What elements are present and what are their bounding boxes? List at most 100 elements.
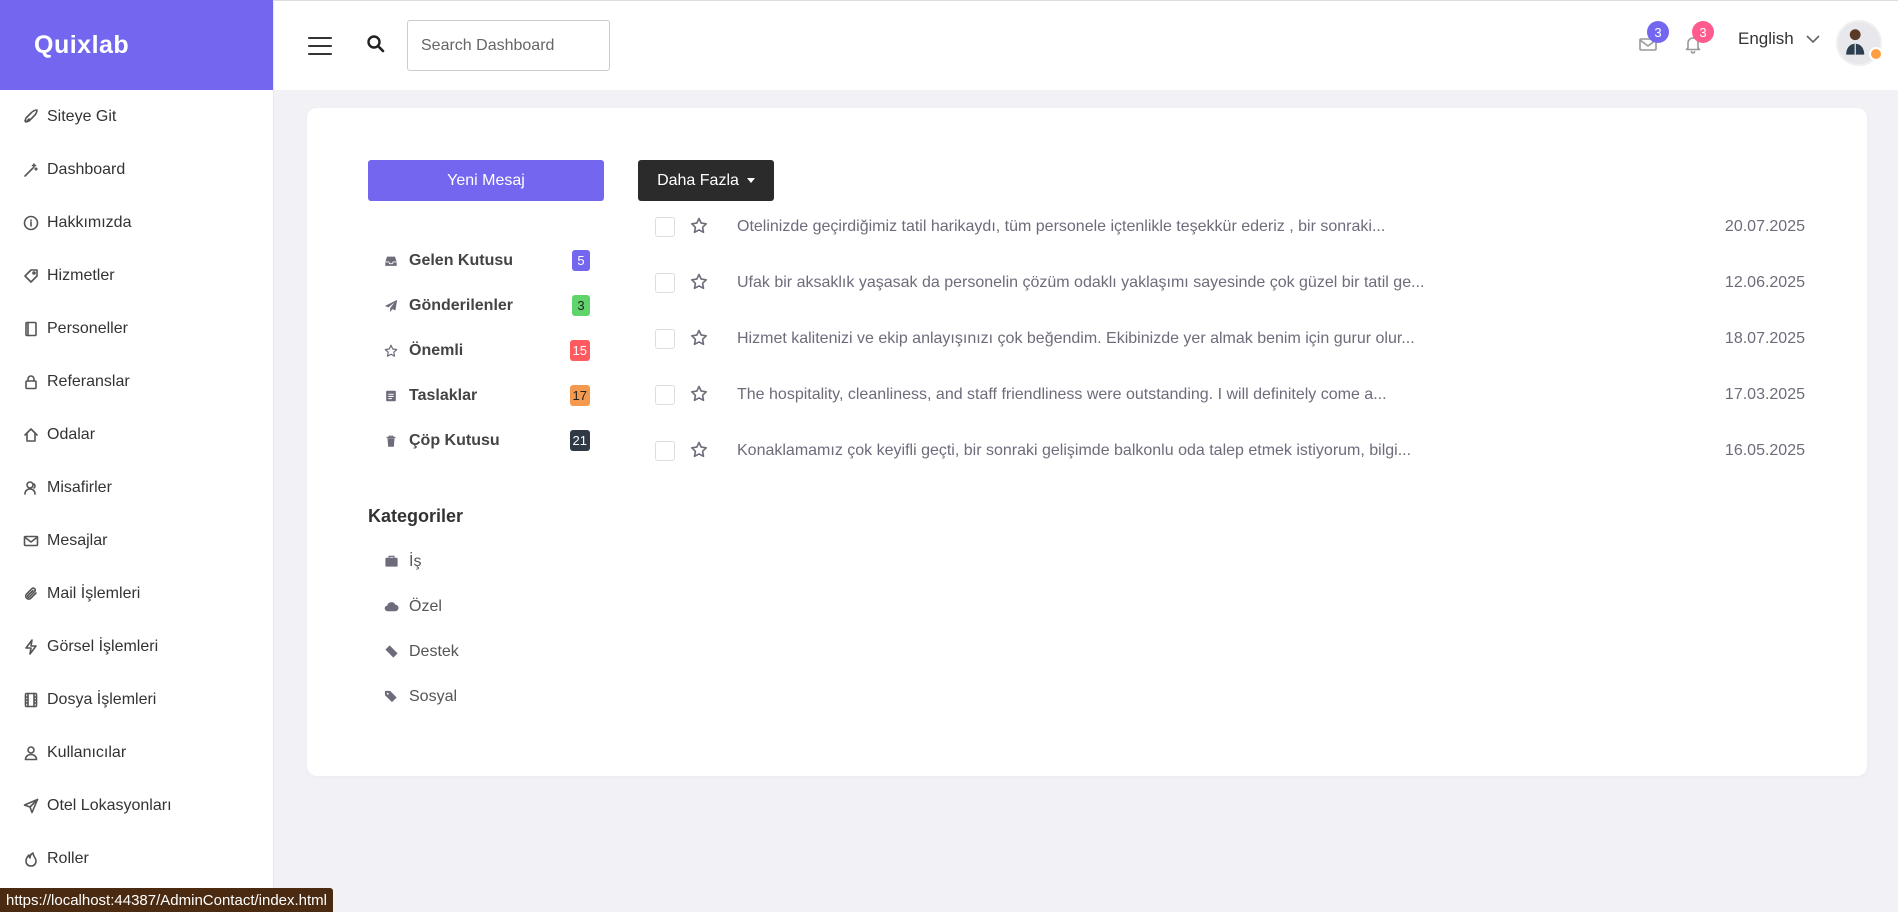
sidebar-item-gorsel-islemleri[interactable]: Görsel İşlemleri [0, 620, 273, 673]
category-label: Özel [409, 597, 442, 615]
list-item[interactable]: Ufak bir aksaklık yaşasak da personelin … [655, 261, 1805, 317]
folder-sent[interactable]: Gönderilenler 3 [383, 283, 590, 328]
bell-icon [1683, 37, 1703, 58]
sidebar-item-label: Roller [47, 849, 89, 867]
category-label: İş [409, 552, 422, 570]
sidebar-item-label: Kullanıcılar [47, 743, 127, 761]
category-destek[interactable]: Destek [383, 629, 459, 674]
folder-important[interactable]: Önemli 15 [383, 328, 590, 373]
sidebar-item-siteye-git[interactable]: Siteye Git [0, 90, 273, 143]
film-icon [22, 691, 40, 709]
status-dot [1869, 47, 1883, 61]
message-subject: The hospitality, cleanliness, and staff … [737, 386, 1387, 403]
category-sosyal[interactable]: Sosyal [383, 674, 459, 719]
star-icon[interactable] [690, 385, 710, 405]
message-checkbox[interactable] [655, 217, 675, 237]
sidebar-item-dashboard[interactable]: Dashboard [0, 143, 273, 196]
magic-wand-icon [22, 161, 40, 179]
sidebar-item-label: Odalar [47, 425, 96, 443]
sidebar-item-referanslar[interactable]: Referanslar [0, 355, 273, 408]
mail-badge: 3 [1647, 21, 1669, 43]
send-icon [22, 797, 40, 815]
notification-button[interactable]: 3 [1683, 21, 1714, 58]
folder-trash[interactable]: Çöp Kutusu 21 [383, 418, 590, 463]
topbar: 3 3 English [274, 0, 1898, 90]
avatar[interactable] [1836, 20, 1883, 66]
folder-drafts[interactable]: Taslaklar 17 [383, 373, 590, 418]
category-label: Destek [409, 642, 459, 660]
sidebar-item-hizmetler[interactable]: Hizmetler [0, 249, 273, 302]
folder-inbox[interactable]: Gelen Kutusu 5 [383, 238, 590, 283]
message-subject: Otelinizde geçirdiğimiz tatil harikaydı,… [737, 218, 1386, 235]
sidebar-item-label: Referanslar [47, 372, 130, 390]
sidebar-item-hakkimizda[interactable]: Hakkımızda [0, 196, 273, 249]
category-is[interactable]: İş [383, 539, 459, 584]
sidebar: Quixlab Siteye Git Dashboard Hakkımızda … [0, 0, 274, 912]
folder-label: Gönderilenler [409, 296, 514, 314]
sidebar-nav: Siteye Git Dashboard Hakkımızda Hizmetle… [0, 90, 273, 885]
list-item[interactable]: Hizmet kalitenizi ve ekip anlayışınızı ç… [655, 317, 1805, 373]
mailbox-card: Yeni Mesaj Daha Fazla Gelen Kutusu 5 Gön… [307, 108, 1867, 776]
sidebar-item-label: Dosya İşlemleri [47, 690, 157, 708]
sidebar-item-personeller[interactable]: Personeller [0, 302, 273, 355]
menu-toggle-icon[interactable] [308, 37, 332, 55]
trash-icon [383, 433, 399, 449]
star-icon[interactable] [690, 441, 710, 461]
lock-icon [22, 373, 40, 391]
message-checkbox[interactable] [655, 385, 675, 405]
search-icon[interactable] [366, 34, 386, 54]
browser-status-url: https://localhost:44387/AdminContact/ind… [0, 888, 334, 912]
folder-label: Taslaklar [409, 386, 478, 404]
list-item[interactable]: Otelinizde geçirdiğimiz tatil harikaydı,… [655, 205, 1805, 261]
star-icon[interactable] [690, 217, 710, 237]
folder-count: 5 [572, 250, 590, 271]
envelope-icon [1638, 38, 1658, 58]
sidebar-item-misafirler[interactable]: Misafirler [0, 461, 273, 514]
sidebar-item-mesajlar[interactable]: Mesajlar [0, 514, 273, 567]
sidebar-item-label: Misafirler [47, 478, 112, 496]
paperclip-icon [22, 585, 40, 603]
sidebar-item-odalar[interactable]: Odalar [0, 408, 273, 461]
tags-icon [383, 689, 399, 705]
inbox-icon [383, 253, 399, 269]
folder-count: 3 [572, 295, 590, 316]
folder-count: 21 [569, 430, 590, 451]
categories-title: Kategoriler [368, 506, 464, 526]
folder-label: Çöp Kutusu [409, 431, 500, 449]
fire-icon [22, 850, 40, 868]
file-icon [383, 388, 399, 404]
new-message-button[interactable]: Yeni Mesaj [368, 160, 604, 201]
user-icon [22, 744, 40, 762]
sidebar-item-kullanicilar[interactable]: Kullanıcılar [0, 726, 273, 779]
mail-notification-button[interactable]: 3 [1638, 21, 1669, 58]
message-checkbox[interactable] [655, 441, 675, 461]
home-icon [22, 426, 40, 444]
message-subject: Konaklamamız çok keyifli geçti, bir sonr… [737, 442, 1412, 459]
sidebar-item-mail-islemleri[interactable]: Mail İşlemleri [0, 567, 273, 620]
language-select[interactable]: English [1738, 29, 1820, 49]
list-item[interactable]: Konaklamamız çok keyifli geçti, bir sonr… [655, 429, 1805, 485]
sidebar-item-otel-lokasyonlari[interactable]: Otel Lokasyonları [0, 779, 273, 832]
search-input[interactable] [407, 20, 610, 71]
message-checkbox[interactable] [655, 329, 675, 349]
star-icon [383, 343, 399, 359]
sidebar-item-label: Hizmetler [47, 266, 115, 284]
more-dropdown-button[interactable]: Daha Fazla [638, 160, 774, 201]
sidebar-item-dosya-islemleri[interactable]: Dosya İşlemleri [0, 673, 273, 726]
message-subject: Hizmet kalitenizi ve ekip anlayışınızı ç… [737, 330, 1415, 347]
star-icon[interactable] [690, 329, 710, 349]
message-date: 12.06.2025 [1724, 274, 1805, 291]
tag-icon [22, 267, 40, 285]
category-ozel[interactable]: Özel [383, 584, 459, 629]
sidebar-item-label: Siteye Git [47, 107, 117, 125]
sidebar-item-label: Görsel İşlemleri [47, 637, 159, 655]
rocket-icon [22, 108, 40, 126]
brand-logo[interactable]: Quixlab [0, 0, 273, 90]
star-icon[interactable] [690, 273, 710, 293]
briefcase-icon [383, 554, 399, 570]
sidebar-item-roller[interactable]: Roller [0, 832, 273, 885]
sidebar-item-label: Personeller [47, 319, 128, 337]
message-date: 17.03.2025 [1724, 386, 1805, 403]
message-checkbox[interactable] [655, 273, 675, 293]
list-item[interactable]: The hospitality, cleanliness, and staff … [655, 373, 1805, 429]
